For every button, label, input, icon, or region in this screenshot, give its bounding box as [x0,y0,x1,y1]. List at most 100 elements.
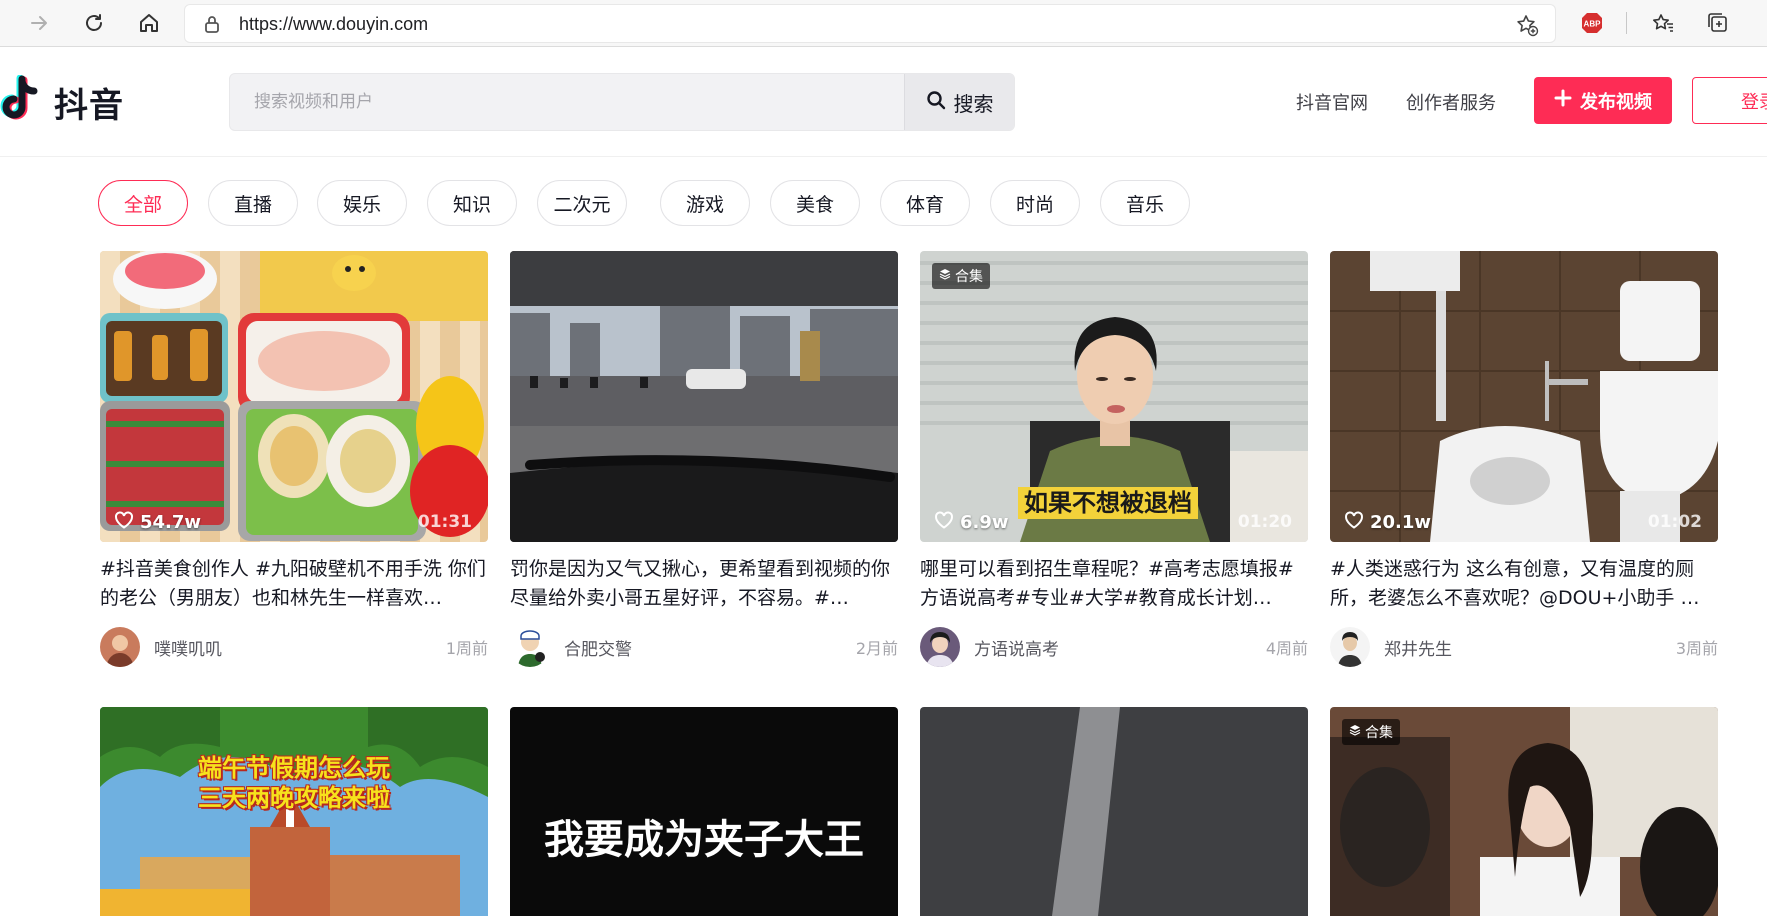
search-input[interactable] [230,74,905,130]
publish-time: 4周前 [1265,639,1308,658]
layers-icon [939,268,951,284]
video-card[interactable]: 我要成为夹子大王 [510,707,898,916]
collections-icon[interactable] [1703,8,1733,38]
logo-text: 抖音 [54,85,124,126]
login-label: 登录 [1741,91,1767,113]
video-meta: 郑井先生 3周前 [1330,627,1718,667]
category-chip-music[interactable]: 音乐 [1100,180,1190,226]
heart-icon [114,511,134,534]
author-name[interactable]: 噗噗叽叽 [154,635,222,660]
author-name[interactable]: 方语说高考 [974,635,1059,660]
video-title[interactable]: #抖音美食创作人 #九阳破壁机不用手洗 你们的老公（男朋友）也和林先生一样喜欢… [100,555,488,613]
like-count-text: 6.9w [960,512,1009,533]
category-chip-entertainment[interactable]: 娱乐 [317,180,407,226]
video-caption-overlay: 端午节假期怎么玩 三天两晚攻略来啦 [100,753,488,813]
video-meta: 噗噗叽叽 1周前 [100,627,488,667]
video-card[interactable]: 20.1w 01:02 #人类迷惑行为 这么有创意，又有温度的厕所，老婆怎么不喜… [1330,251,1718,667]
add-favorite-icon[interactable] [1515,13,1539,41]
publish-time: 1周前 [445,639,488,658]
favorites-icon[interactable] [1648,8,1678,38]
category-chip-fashion[interactable]: 时尚 [990,180,1080,226]
video-title[interactable]: #人类迷惑行为 这么有创意，又有温度的厕所，老婆怎么不喜欢呢？@DOU+小助手 … [1330,555,1718,613]
video-card[interactable] [920,707,1308,916]
video-caption-line: 端午节假期怎么玩 [198,754,390,782]
lunchbox-thumbnail-image [100,251,488,542]
collection-badge: 合集 [1342,719,1400,745]
author-avatar[interactable] [920,627,960,667]
search-box: 搜索 [229,73,1015,131]
video-duration: 01:31 [417,512,472,532]
category-chip-anime[interactable]: 二次元 [537,180,627,226]
video-card[interactable]: 54.7w 01:31 #抖音美食创作人 #九阳破壁机不用手洗 你们的老公（男朋… [100,251,488,667]
video-card[interactable]: 合集 如果不想被退档 6.9w 01:20 哪里可以看到招生章程呢？#高考志愿填… [920,251,1308,667]
street-dashcam-thumbnail-image [510,251,898,542]
video-thumbnail[interactable]: 54.7w 01:31 [100,251,488,542]
search-icon [926,90,946,115]
video-thumbnail[interactable]: 20.1w 01:02 [1330,251,1718,542]
lock-icon [203,14,221,38]
author-name[interactable]: 合肥交警 [564,635,632,660]
video-duration: 01:20 [1237,512,1292,532]
search-button-label: 搜索 [953,91,994,116]
publish-time: 2月前 [855,639,898,658]
like-count-text: 54.7w [140,512,202,533]
official-site-link[interactable]: 抖音官网 [1296,89,1368,115]
douyin-note-icon [0,74,46,129]
adblock-plus-icon[interactable]: ABP [1577,8,1607,38]
category-chip-all[interactable]: 全部 [98,180,188,226]
video-thumbnail[interactable]: 端午节假期怎么玩 三天两晚攻略来啦 [100,707,488,916]
video-thumbnail[interactable]: 合集 [1330,707,1718,916]
video-caption-overlay: 我要成为夹子大王 [544,817,864,863]
adblock-label: ABP [1584,20,1602,29]
site-header: 抖音 搜索 抖音官网 创作者服务 发布视频 登录 [0,47,1767,157]
publish-time: 3周前 [1675,639,1718,658]
video-card[interactable]: 端午节假期怎么玩 三天两晚攻略来啦 [100,707,488,916]
url-text: https://www.douyin.com [239,14,429,34]
video-caption-line: 三天两晚攻略来啦 [198,784,390,812]
publish-video-button[interactable]: 发布视频 [1534,77,1672,124]
home-icon[interactable] [134,8,164,38]
author-avatar[interactable] [100,627,140,667]
login-button[interactable]: 登录 [1692,77,1767,124]
layers-icon [1349,724,1361,740]
video-thumbnail[interactable]: 合集 如果不想被退档 6.9w 01:20 [920,251,1308,542]
heart-icon [934,511,954,534]
author-name[interactable]: 郑井先生 [1384,635,1452,660]
back-arrow-icon[interactable] [24,8,54,38]
video-thumbnail[interactable] [920,707,1308,916]
video-meta: 方语说高考 4周前 [920,627,1308,667]
video-meta: 合肥交警 2月前 [510,627,898,667]
collection-badge: 合集 [932,263,990,289]
creator-service-link[interactable]: 创作者服务 [1406,89,1496,115]
toolbar-divider [1626,12,1627,34]
author-avatar[interactable] [1330,627,1370,667]
video-thumbnail[interactable] [510,251,898,542]
like-count: 54.7w [114,511,201,534]
category-chip-live[interactable]: 直播 [208,180,298,226]
address-bar[interactable]: https://www.douyin.com [184,4,1556,43]
plus-icon [1554,89,1572,112]
douyin-logo[interactable]: 抖音 [0,74,124,129]
collection-badge-label: 合集 [1365,725,1393,741]
video-duration: 01:02 [1647,512,1702,532]
video-title[interactable]: 罚你是因为又气又揪心，更希望看到视频的你尽量给外卖小哥五星好评，不容易。#… [510,555,898,613]
like-count-text: 20.1w [1370,512,1432,533]
video-title[interactable]: 哪里可以看到招生章程呢？#高考志愿填报#方语说高考#专业#大学#教育成长计划… [920,555,1308,613]
road-thumbnail-image [920,707,1308,916]
collection-badge-label: 合集 [955,269,983,285]
like-count: 20.1w [1344,511,1431,534]
video-caption-overlay: 如果不想被退档 [1018,487,1198,519]
category-chip-knowledge[interactable]: 知识 [427,180,517,226]
category-chip-sports[interactable]: 体育 [880,180,970,226]
search-button[interactable]: 搜索 [904,74,1014,130]
video-card[interactable]: 合集 [1330,707,1718,916]
video-thumbnail[interactable]: 我要成为夹子大王 [510,707,898,916]
reload-icon[interactable] [79,8,109,38]
category-chip-games[interactable]: 游戏 [660,180,750,226]
author-avatar[interactable] [510,627,550,667]
category-chip-food[interactable]: 美食 [770,180,860,226]
heart-icon [1344,511,1364,534]
publish-video-label: 发布视频 [1580,91,1652,113]
bathroom-thumbnail-image [1330,251,1718,542]
video-card[interactable]: 罚你是因为又气又揪心，更希望看到视频的你尽量给外卖小哥五星好评，不容易。#… 合… [510,251,898,667]
